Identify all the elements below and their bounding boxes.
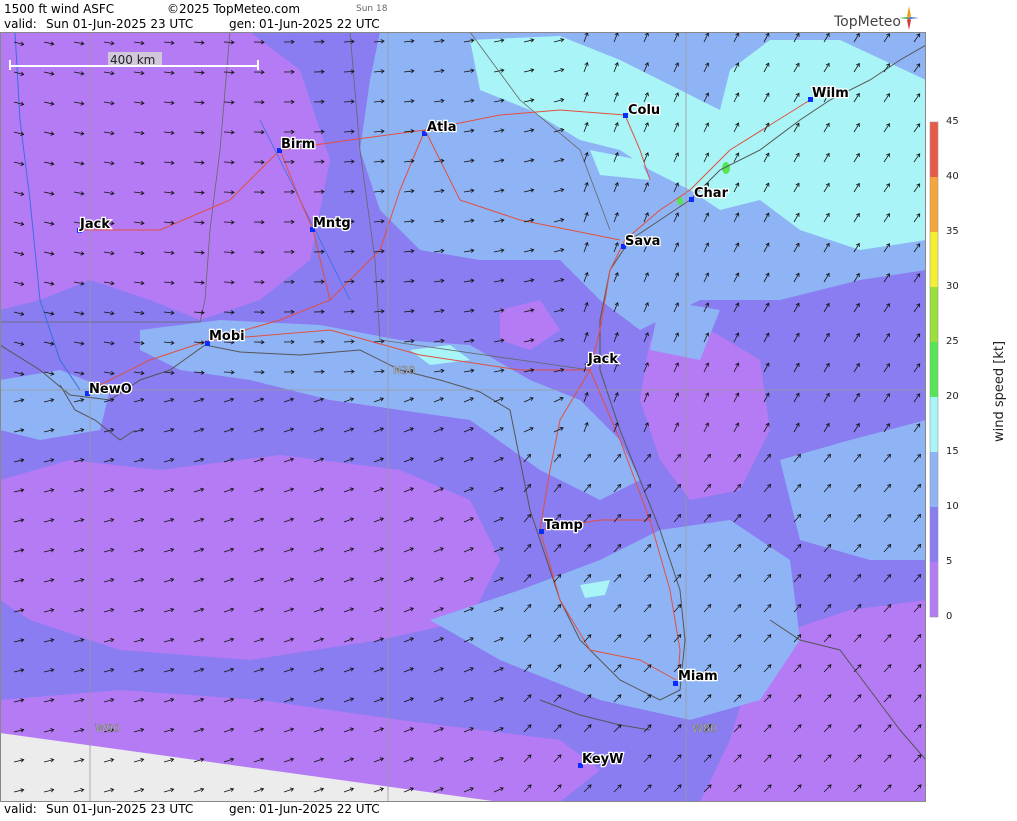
grid-label-n30: N30 — [393, 364, 415, 377]
wind-arrow — [224, 282, 234, 283]
city-label-atla: Atla — [427, 120, 457, 135]
colorbar-tick-0: 0 — [946, 611, 952, 622]
product-title: 1500 ft wind ASFC — [4, 2, 114, 16]
colorbar-tick-30: 30 — [946, 281, 959, 292]
city-label-keyw: KeyW — [582, 752, 623, 767]
scale-bar-label: 400 km — [110, 53, 155, 67]
wind-arrow — [224, 162, 234, 163]
colorbar-tick-15: 15 — [946, 446, 959, 457]
wind-arrow — [224, 252, 234, 253]
valid-value: Sun 01-Jun-2025 23 UTC — [46, 17, 193, 31]
colorbar-tick-10: 10 — [946, 501, 959, 512]
colorbar-tick-25: 25 — [946, 336, 959, 347]
footer-gen-label: gen: — [229, 802, 256, 816]
wind-arrow — [224, 372, 234, 373]
city-label-sava: Sava — [625, 234, 660, 249]
wind-arrow — [224, 222, 234, 223]
city-label-birm: Birm — [281, 137, 315, 152]
wind-arrow — [224, 192, 234, 193]
brand-logo: TopMeteo — [834, 14, 901, 30]
wind-speed-field — [0, 32, 926, 802]
copyright: ©2025 TopMeteo.com — [167, 2, 300, 16]
city-label-mntg: Mntg — [313, 216, 351, 231]
wind-arrow — [224, 102, 234, 103]
city-label-jack-ms: Jack — [79, 217, 110, 232]
city-label-newo: NewO — [89, 382, 132, 397]
city-label-colu: Colu — [628, 103, 660, 118]
wind-arrow — [224, 42, 234, 43]
wind-arrow — [224, 72, 234, 73]
compass-star-icon — [899, 6, 919, 34]
colorbar-tick-45: 45 — [946, 116, 959, 127]
gen-value: 01-Jun-2025 22 UTC — [259, 17, 380, 31]
footer-valid-value: Sun 01-Jun-2025 23 UTC — [46, 802, 193, 816]
weather-map: N30 W90 W80 400 km NewO Jack Mobi Birm M… — [0, 0, 1017, 817]
colorbar-tick-40: 40 — [946, 171, 959, 182]
city-label-miam: Miam — [678, 669, 718, 684]
valid-label: valid: — [4, 17, 37, 31]
footer-valid-label: valid: — [4, 802, 37, 816]
grid-label-w80: W80 — [692, 722, 717, 735]
colorbar-tick-35: 35 — [946, 226, 959, 237]
day-code: Sun 18 — [356, 4, 387, 14]
city-label-char: Char — [694, 186, 729, 201]
city-label-mobi: Mobi — [209, 329, 245, 344]
colorbar-tick-5: 5 — [946, 556, 952, 567]
wind-arrow — [224, 312, 234, 313]
colorbar-title: wind speed [kt] — [992, 341, 1007, 442]
gen-label: gen: — [229, 17, 256, 31]
city-label-tamp: Tamp — [544, 518, 583, 533]
colorbar-tick-20: 20 — [946, 391, 959, 402]
city-label-wilm: Wilm — [812, 86, 849, 101]
city-label-jack-fl: Jack — [587, 352, 618, 367]
grid-label-w90: W90 — [95, 722, 120, 735]
footer-gen-value: 01-Jun-2025 22 UTC — [259, 802, 380, 816]
colorbar — [930, 122, 938, 617]
wind-arrow — [224, 132, 234, 133]
